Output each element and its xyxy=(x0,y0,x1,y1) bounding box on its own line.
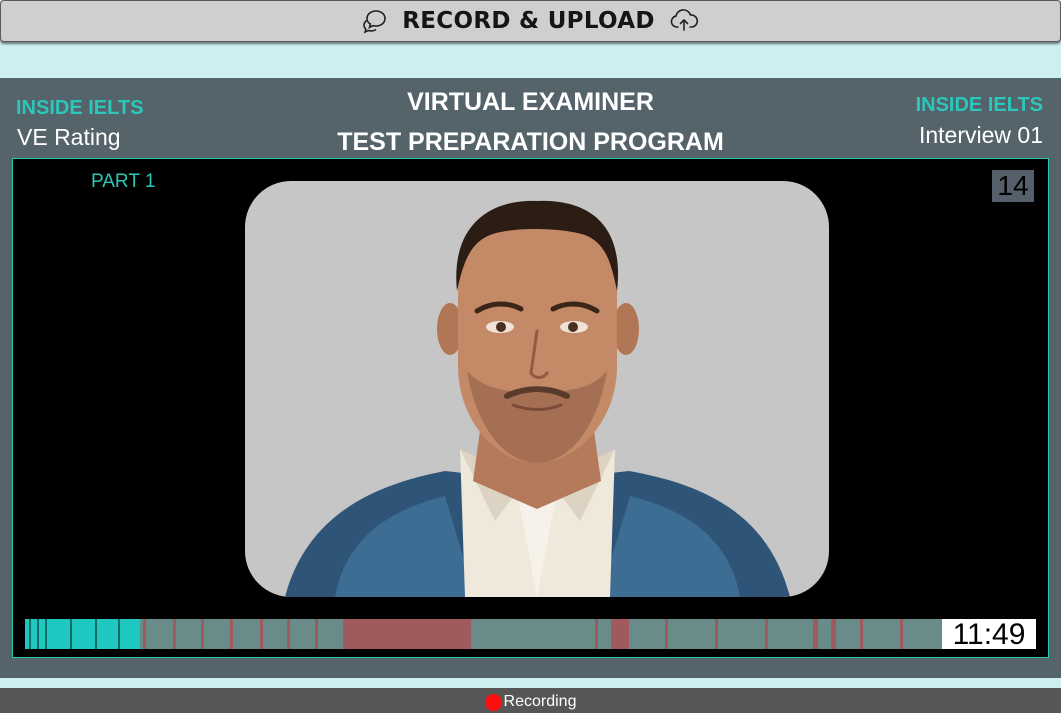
timeline-marker xyxy=(900,619,903,649)
chat-bubbles-icon[interactable] xyxy=(362,8,388,34)
recording-status: Recording xyxy=(484,691,577,713)
timeline-marker xyxy=(173,619,176,649)
interview-label: Interview 01 xyxy=(918,122,1043,148)
timeline-tick xyxy=(95,619,97,649)
top-toolbar: RECORD & UPLOAD xyxy=(0,0,1061,42)
brand-right: INSIDE IELTS xyxy=(915,94,1043,116)
timeline-marker xyxy=(343,619,471,649)
cloud-upload-icon[interactable] xyxy=(669,9,699,33)
timeline-marker xyxy=(201,619,204,649)
program-title-line1: VIRTUAL EXAMINER xyxy=(407,88,654,116)
examiner-avatar xyxy=(285,200,790,597)
timeline-tick xyxy=(37,619,39,649)
timeline-played xyxy=(25,619,140,649)
timeline-marker xyxy=(260,619,263,649)
timeline-tick xyxy=(45,619,47,649)
question-counter: 14 xyxy=(992,170,1034,202)
recording-dot-icon xyxy=(484,693,502,711)
examiner-panel: INSIDE IELTS VE Rating VIRTUAL EXAMINER … xyxy=(0,78,1061,678)
page-title: RECORD & UPLOAD xyxy=(402,8,655,34)
timeline-marker xyxy=(860,619,863,649)
timeline-marker xyxy=(715,619,718,649)
timeline-marker xyxy=(611,619,629,649)
part-label: PART 1 xyxy=(91,171,156,192)
timeline-marker xyxy=(831,619,836,649)
recording-label: Recording xyxy=(503,693,577,710)
interview-timeline[interactable] xyxy=(25,619,942,649)
timeline-marker xyxy=(765,619,768,649)
timeline-tick xyxy=(29,619,31,649)
timeline-marker xyxy=(813,619,818,649)
timeline-marker xyxy=(143,619,146,649)
timeline-marker xyxy=(230,619,233,649)
timeline-marker xyxy=(287,619,290,649)
status-bar: Recording xyxy=(0,688,1061,713)
timeline-tick xyxy=(118,619,120,649)
timeline-marker xyxy=(315,619,318,649)
timeline-tick xyxy=(70,619,72,649)
examiner-video[interactable] xyxy=(245,181,829,597)
timeline-marker xyxy=(665,619,668,649)
program-title-line2: TEST PREPARATION PROGRAM xyxy=(337,128,724,156)
timeline-marker xyxy=(595,619,598,649)
video-stage: PART 1 14 11:49 xyxy=(12,158,1049,658)
time-display: 11:49 xyxy=(942,619,1036,650)
